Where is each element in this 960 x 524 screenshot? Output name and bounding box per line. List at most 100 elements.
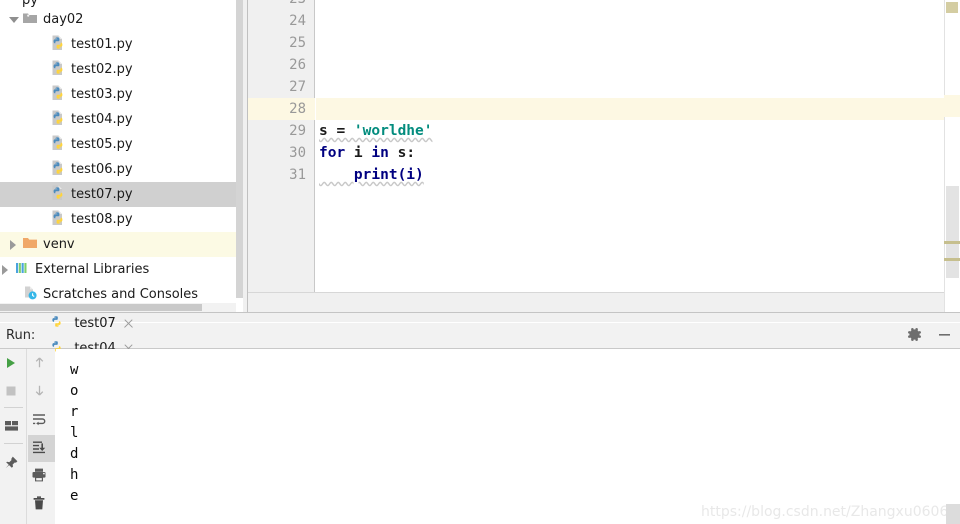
folder-icon: [22, 235, 38, 255]
printer-icon: [31, 467, 47, 487]
code-token-plain: i: [345, 145, 372, 161]
line-number[interactable]: 26: [256, 54, 306, 76]
clear-all-button[interactable]: [28, 491, 55, 518]
tree-item-test07-py[interactable]: test07.py: [0, 182, 243, 207]
settings-gear-icon[interactable]: [906, 326, 923, 347]
tree-item-test01-py[interactable]: test01.py: [0, 32, 243, 57]
tree-item-label: test06.py: [71, 162, 133, 177]
arrow-up-icon: [32, 355, 47, 374]
tree-item-test05-py[interactable]: test05.py: [0, 132, 243, 157]
project-tree-vertical-scrollbar[interactable]: [236, 0, 243, 298]
code-token-keyword: for: [319, 145, 346, 161]
line-number[interactable]: 27: [256, 76, 306, 98]
tree-item-external-libraries[interactable]: External Libraries: [0, 257, 243, 282]
layout-button[interactable]: [0, 415, 27, 442]
editor-code-area[interactable]: s = 'worldhe' for i in s: print(i): [316, 0, 960, 292]
scroll-to-end-button[interactable]: [28, 435, 55, 462]
python-file-icon: [50, 110, 66, 130]
python-file-icon: [50, 85, 66, 105]
run-panel-divider[interactable]: [0, 312, 960, 322]
tree-item-label: venv: [43, 237, 75, 252]
chevron-down-icon[interactable]: [8, 14, 19, 25]
marker-tick[interactable]: [944, 241, 960, 244]
code-line-29[interactable]: s = 'worldhe': [319, 120, 433, 142]
inspection-status-marker[interactable]: [946, 2, 958, 13]
run-panel-header-actions[interactable]: [906, 323, 952, 349]
code-token-plain: s =: [319, 123, 354, 139]
line-number[interactable]: 29: [256, 120, 306, 142]
code-line-30[interactable]: for i in s:: [319, 142, 415, 164]
project-tree-list[interactable]: py day02 test01.py test02.py test03.py test04…: [0, 0, 243, 307]
layout-icon: [4, 419, 19, 438]
pin-tab-button[interactable]: [0, 451, 27, 478]
toolbar-separator: [4, 407, 23, 408]
pycharm-window: py day02 test01.py test02.py test03.py test04…: [0, 0, 960, 524]
line-number[interactable]: 25: [256, 32, 306, 54]
code-editor-panel[interactable]: 232425262728293031 s = 'worldhe'for i in…: [248, 0, 960, 312]
editor-vertical-scrollbar[interactable]: [946, 186, 959, 278]
run-panel-title: Run:: [6, 328, 36, 343]
line-number[interactable]: 28: [256, 98, 306, 120]
rerun-button[interactable]: [0, 351, 27, 378]
run-tab-label: test07: [74, 315, 116, 331]
editor-bottom-strip: [248, 292, 960, 312]
tree-row-partial[interactable]: py: [0, 0, 243, 7]
close-icon[interactable]: [123, 318, 134, 329]
soft-wrap-button[interactable]: [28, 407, 55, 434]
toolbar-separator: [4, 443, 23, 444]
tree-item-test03-py[interactable]: test03.py: [0, 82, 243, 107]
editor-gutter[interactable]: 232425262728293031: [248, 0, 315, 292]
tree-item-venv[interactable]: venv: [0, 232, 243, 257]
run-toolbar-primary[interactable]: [0, 349, 27, 524]
tree-item-test02-py[interactable]: test02.py: [0, 57, 243, 82]
arrow-down-icon: [32, 383, 47, 402]
chevron-right-icon[interactable]: [0, 264, 11, 275]
current-line-highlight: [316, 98, 960, 120]
tree-item-label: day02: [43, 12, 84, 27]
line-number[interactable]: 23: [256, 0, 306, 10]
python-file-icon: [50, 60, 66, 80]
python-file-icon: [50, 185, 66, 205]
run-tool-window[interactable]: Run: test07 test04 worldhe https://blog.c…: [0, 312, 960, 524]
code-line-31[interactable]: print(i): [319, 164, 424, 186]
python-file-icon: [50, 135, 66, 155]
python-file-icon: [50, 160, 66, 180]
run-tab-test07[interactable]: test07: [45, 311, 140, 336]
console-output-line: o: [70, 383, 79, 399]
stop-icon: [4, 383, 18, 402]
project-tree-panel[interactable]: py day02 test01.py test02.py test03.py test04…: [0, 0, 243, 312]
tree-item-test08-py[interactable]: test08.py: [0, 207, 243, 232]
chevron-right-icon[interactable]: [8, 239, 19, 250]
tree-item-label: test07.py: [71, 187, 133, 202]
tree-item-day02[interactable]: day02: [0, 7, 243, 32]
print-button[interactable]: [28, 463, 55, 490]
console-output-line: r: [70, 404, 79, 420]
tree-item-label: test04.py: [71, 112, 133, 127]
python-file-icon: [50, 35, 66, 55]
up-button[interactable]: [28, 351, 55, 378]
code-token-plain: s:: [388, 145, 416, 161]
line-number[interactable]: 30: [256, 142, 306, 164]
tree-item-label: test03.py: [71, 87, 133, 102]
marker-tick[interactable]: [944, 258, 960, 261]
line-number[interactable]: 24: [256, 10, 306, 32]
down-button[interactable]: [28, 379, 55, 406]
tree-item-test06-py[interactable]: test06.py: [0, 157, 243, 182]
stop-button[interactable]: [0, 379, 27, 406]
tree-item-label: External Libraries: [35, 262, 150, 277]
watermark-text: https://blog.csdn.net/Zhangxu0606: [701, 504, 949, 520]
pin-icon: [3, 455, 19, 475]
console-output-line: e: [70, 488, 79, 504]
line-number[interactable]: 31: [256, 164, 306, 186]
run-toolbar-secondary[interactable]: [27, 349, 55, 524]
minimize-icon[interactable]: [937, 327, 952, 346]
code-token-function: print(i): [319, 167, 424, 183]
tree-item-test04-py[interactable]: test04.py: [0, 107, 243, 132]
run-console-output[interactable]: worldhe https://blog.csdn.net/Zhangxu060…: [56, 349, 960, 524]
